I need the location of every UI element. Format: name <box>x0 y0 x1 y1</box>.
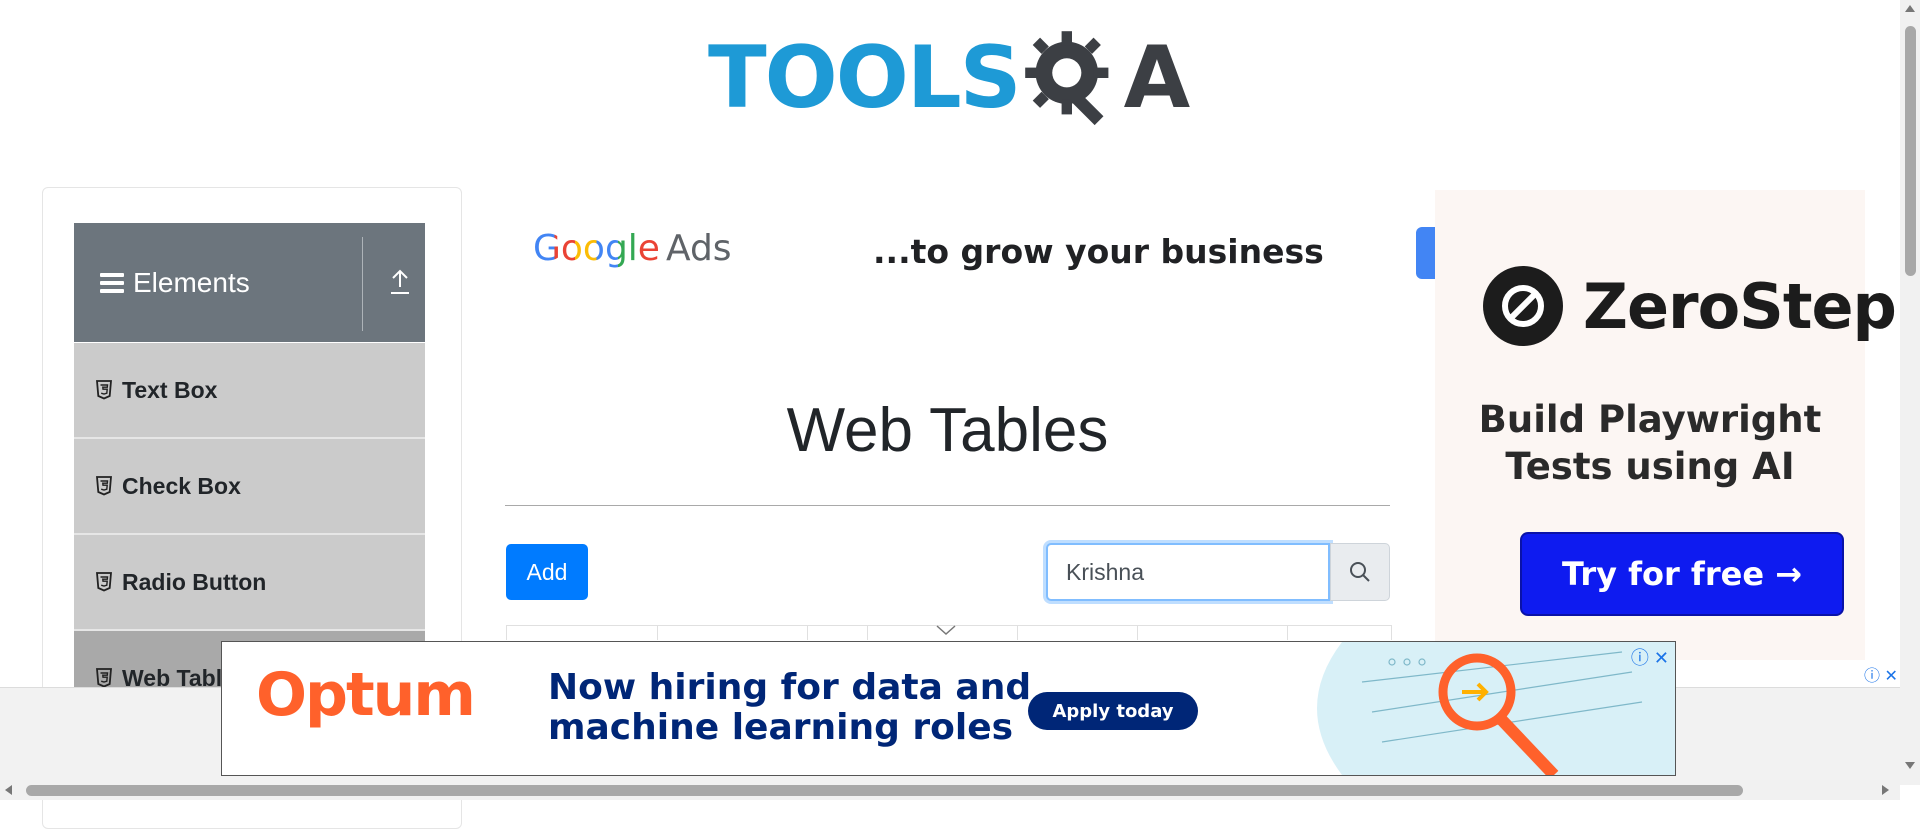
ad-button-edge[interactable] <box>1416 227 1436 279</box>
title-divider <box>505 505 1390 506</box>
sidebar-item-check-box[interactable]: Check Box <box>74 439 425 535</box>
sidebar-item-label: Radio Button <box>122 568 267 595</box>
zerostep-headline: Build Playwright Tests using AI <box>1435 396 1865 490</box>
apply-today-button[interactable]: Apply today <box>1028 692 1198 730</box>
search-input[interactable] <box>1046 543 1330 601</box>
collapse-up-icon[interactable] <box>389 267 411 297</box>
sidebar-item-label: Text Box <box>122 376 218 403</box>
html5-icon <box>96 476 112 496</box>
scroll-left-arrow-icon[interactable] <box>5 785 12 795</box>
sort-caret-icon[interactable] <box>935 624 957 636</box>
logo-text-tools: TOOLS <box>708 28 1022 128</box>
google-ads-tagline: ...to grow your business <box>873 232 1324 271</box>
magnifier-illustration <box>1317 642 1675 775</box>
scroll-down-arrow-icon[interactable] <box>1905 762 1915 769</box>
sidebar-group-title: Elements <box>133 266 250 298</box>
zerostep-headline-line1: Build Playwright <box>1478 398 1822 441</box>
try-for-free-button[interactable]: Try for free → <box>1520 532 1844 616</box>
search-box <box>1046 543 1390 601</box>
google-ads-banner[interactable]: Google Ads ...to grow your business <box>505 195 1415 307</box>
zerostep-headline-line2: Tests using AI <box>1505 445 1795 488</box>
zerostep-ad[interactable]: ZeroStep Build Playwright Tests using AI… <box>1435 190 1897 660</box>
add-button[interactable]: Add <box>506 544 588 600</box>
google-wordmark: Google <box>533 228 660 269</box>
search-button[interactable] <box>1330 543 1390 601</box>
zerostep-brand: ZeroStep <box>1583 269 1897 343</box>
optum-headline: Now hiring for data and machine learning… <box>548 668 1031 748</box>
sidebar-item-text-box[interactable]: Text Box <box>74 343 425 439</box>
sidebar-item-radio-button[interactable]: Radio Button <box>74 535 425 631</box>
scroll-up-arrow-icon[interactable] <box>1905 5 1915 12</box>
gear-magnifier-icon <box>1024 31 1109 126</box>
search-icon <box>1350 562 1370 582</box>
toolsqa-logo[interactable]: TOOLS A <box>708 22 1191 134</box>
optum-ad[interactable]: Optum Now hiring for data and machine le… <box>221 641 1676 776</box>
optum-brand: Optum <box>256 660 476 730</box>
optum-headline-line2: machine learning roles <box>548 707 1014 748</box>
html5-icon <box>96 572 112 592</box>
vertical-scroll-thumb[interactable] <box>1905 26 1916 276</box>
ads-wordmark: Ads <box>665 228 732 269</box>
google-ads-logo: Google Ads <box>533 228 732 269</box>
html5-icon <box>96 668 112 688</box>
sidebar-group-elements[interactable]: Elements <box>74 223 425 342</box>
page-title: Web Tables <box>786 396 1109 465</box>
vertical-scrollbar[interactable] <box>1900 0 1920 785</box>
ad-info-close-icon[interactable]: ⓘ ✕ <box>1864 662 1898 686</box>
html5-icon <box>96 380 112 400</box>
horizontal-scroll-thumb[interactable] <box>26 785 1743 796</box>
ad-info-close-icon[interactable]: ⓘ ✕ <box>1631 644 1669 670</box>
horizontal-scrollbar[interactable] <box>0 780 1900 800</box>
zerostep-mark-icon <box>1483 266 1563 346</box>
scroll-right-arrow-icon[interactable] <box>1882 785 1889 795</box>
header-divider <box>362 237 363 331</box>
hamburger-icon <box>100 272 124 293</box>
sidebar-item-label: Check Box <box>122 472 241 499</box>
zerostep-logo: ZeroStep <box>1483 266 1897 346</box>
optum-headline-line1: Now hiring for data and <box>548 667 1032 708</box>
logo-text-a: A <box>1123 28 1191 128</box>
